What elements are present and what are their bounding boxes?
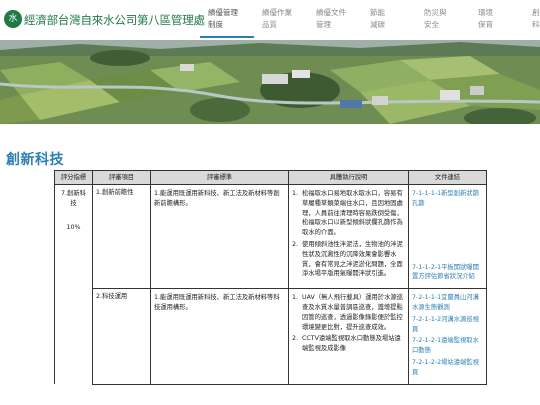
list-number: 1. <box>292 190 299 197</box>
review-standard-cell: 1.能運用既運用新科技、新工法及新材料等科技運用構形。 <box>150 288 289 385</box>
column-header: 具體執行說明 <box>288 170 409 185</box>
column-header: 文件連結 <box>408 170 487 185</box>
nav-item-energy[interactable]: 節能 減碳 <box>362 0 416 38</box>
nav-label: 績優管理 <box>208 8 238 17</box>
list-item: 2. CCTV遠端監視取水口動態及場站遠端監視及成影像 <box>292 334 405 354</box>
aerial-banner-image <box>0 40 540 124</box>
column-header: 評審項目 <box>92 170 151 185</box>
score-weight: 10% <box>66 223 81 231</box>
review-item-cell: 1.創新前瞻性 <box>92 183 151 290</box>
review-item-cell: 2.科技運用 <box>92 288 151 385</box>
nav-item-environment[interactable]: 環境 保育 <box>470 0 524 38</box>
nav-item-safety[interactable]: 防災與 安全 <box>416 0 470 38</box>
nav-label: 科技 <box>532 20 540 29</box>
nav-label: 績優作業 <box>262 8 292 17</box>
list-text: 松福取水口易地取水取水口，容易有草履種草類菜端住水口，且因地固處理，人員前往清理… <box>302 190 403 237</box>
document-link[interactable]: 7-2-1-1-1宜蘭員山河溝水源生態觀測 <box>412 293 483 313</box>
list-text: UAV（無人飛行載具）運用於水源巡查及水質水量普調區巡查，護增提點因管的巡查，透… <box>302 294 403 331</box>
nav-item-quality[interactable]: 績優作業 品質 <box>254 0 308 38</box>
document-link[interactable]: 7-2-1-1-2河溝水源巡視頁 <box>412 315 483 335</box>
execution-cell: 1. 松福取水口易地取水取水口，容易有草履種草類菜端住水口，且因地固處理，人員前… <box>288 183 409 290</box>
document-link[interactable]: 7-2-1-2-2場站遠端監視頁 <box>412 358 483 378</box>
nav-label: 管理 <box>316 20 331 29</box>
nav-item-management[interactable]: 績優管理 制度 <box>200 0 254 38</box>
nav-label: 創新 <box>532 8 540 17</box>
execution-cell: 1. UAV（無人飛行載具）運用於水源巡查及水質水量普調區巡查，護增提點因管的巡… <box>288 288 409 385</box>
score-cell: 7.創新科技 10% <box>54 184 93 385</box>
table-row: 2.科技運用 1.能運用既運用新科技、新工法及新材料等科技運用構形。 1. UA… <box>55 288 487 385</box>
list-item: 1. UAV（無人飛行載具）運用於水源巡查及水質水量普調區巡查，護增提點因管的巡… <box>292 293 405 332</box>
execution-list: 1. 松福取水口易地取水取水口，容易有草履種草類菜端住水口，且因地固處理，人員前… <box>292 189 405 279</box>
document-links-cell: 7-2-1-1-1宜蘭員山河溝水源生態觀測 7-2-1-1-2河溝水源巡視頁 7… <box>408 288 487 385</box>
page-title: 創新科技 <box>6 152 64 168</box>
table-header-row: 評分指標 評審項目 評審標準 具體執行說明 文件連結 <box>54 170 487 185</box>
main-nav: 績優管理 制度 績優作業 品質 績優文件 管理 節能 減碳 防災與 安全 環境 … <box>200 0 540 40</box>
nav-label: 保育 <box>478 20 493 29</box>
execution-list: 1. UAV（無人飛行載具）運用於水源巡查及水質水量普調區巡查，護增提點因管的巡… <box>292 293 405 354</box>
nav-label: 環境 <box>478 8 493 17</box>
nav-item-innovation[interactable]: 創新 科技 <box>524 0 540 38</box>
nav-label: 績優文件 <box>316 8 346 17</box>
document-link[interactable]: 7-1-1-2-1平板開狀曝開置方評估節省狀況介紹 <box>412 263 483 283</box>
nav-label: 安全 <box>424 20 439 29</box>
document-link[interactable]: 7-2-1-2-1遠端監視取水口動態 <box>412 336 483 356</box>
nav-label: 減碳 <box>370 20 385 29</box>
list-number: 1. <box>292 294 299 302</box>
review-standard-cell: 1.能運用既運用新科技、新工法及新材料等創新前瞻構形。 <box>150 183 289 290</box>
nav-label: 制度 <box>208 20 223 29</box>
nav-label: 品質 <box>262 20 277 29</box>
site-title[interactable]: 經濟部台灣自來水公司第八區管理處 <box>24 12 205 28</box>
site-header: 水 經濟部台灣自來水公司第八區管理處 績優管理 制度 績優作業 品質 績優文件 … <box>0 0 540 40</box>
list-number: 2. <box>292 240 299 248</box>
water-drop-logo-icon[interactable]: 水 <box>4 10 22 28</box>
evaluation-table: 評分指標 評審項目 評審標準 具體執行說明 文件連結 7.創新科技 10% 1.… <box>54 170 487 385</box>
list-text: 使用傾斜池性泮泥法，生物池的泮泥性狀及沉澱性的沉降效果會影響水質，會有常見之泮泥… <box>302 240 403 278</box>
score-indicator-name: 7.創新科技 <box>61 190 86 207</box>
nav-label: 防災與 <box>424 8 447 17</box>
evaluation-table-wrapper: 評分指標 評審項目 評審標準 具體執行說明 文件連結 7.創新科技 10% 1.… <box>54 170 487 385</box>
nav-item-documents[interactable]: 績優文件 管理 <box>308 0 362 38</box>
nav-label: 節能 <box>370 8 385 17</box>
column-header: 評分指標 <box>54 170 93 185</box>
aerial-landscape-illustration <box>0 40 540 124</box>
document-link[interactable]: 7-1-1-1-1新型創新狀篩孔篩 <box>412 189 483 209</box>
table-row: 7.創新科技 10% 1.創新前瞻性 1.能運用既運用新科技、新工法及新材料等創… <box>54 183 487 385</box>
column-header: 評審標準 <box>150 170 289 185</box>
list-item: 1. 松福取水口易地取水取水口，容易有草履種草類菜端住水口，且因地固處理，人員前… <box>292 189 405 238</box>
list-number: 2. <box>292 335 299 343</box>
document-links-cell: 7-1-1-1-1新型創新狀篩孔篩 7-1-1-2-1平板開狀曝開置方評估節省狀… <box>408 183 487 290</box>
list-text: CCTV遠端監視取水口動態及場站遠端監視及成影像 <box>302 335 401 353</box>
list-item: 2. 使用傾斜池性泮泥法，生物池的泮泥性狀及沉澱性的沉降效果會影響水質，會有常見… <box>292 240 405 279</box>
